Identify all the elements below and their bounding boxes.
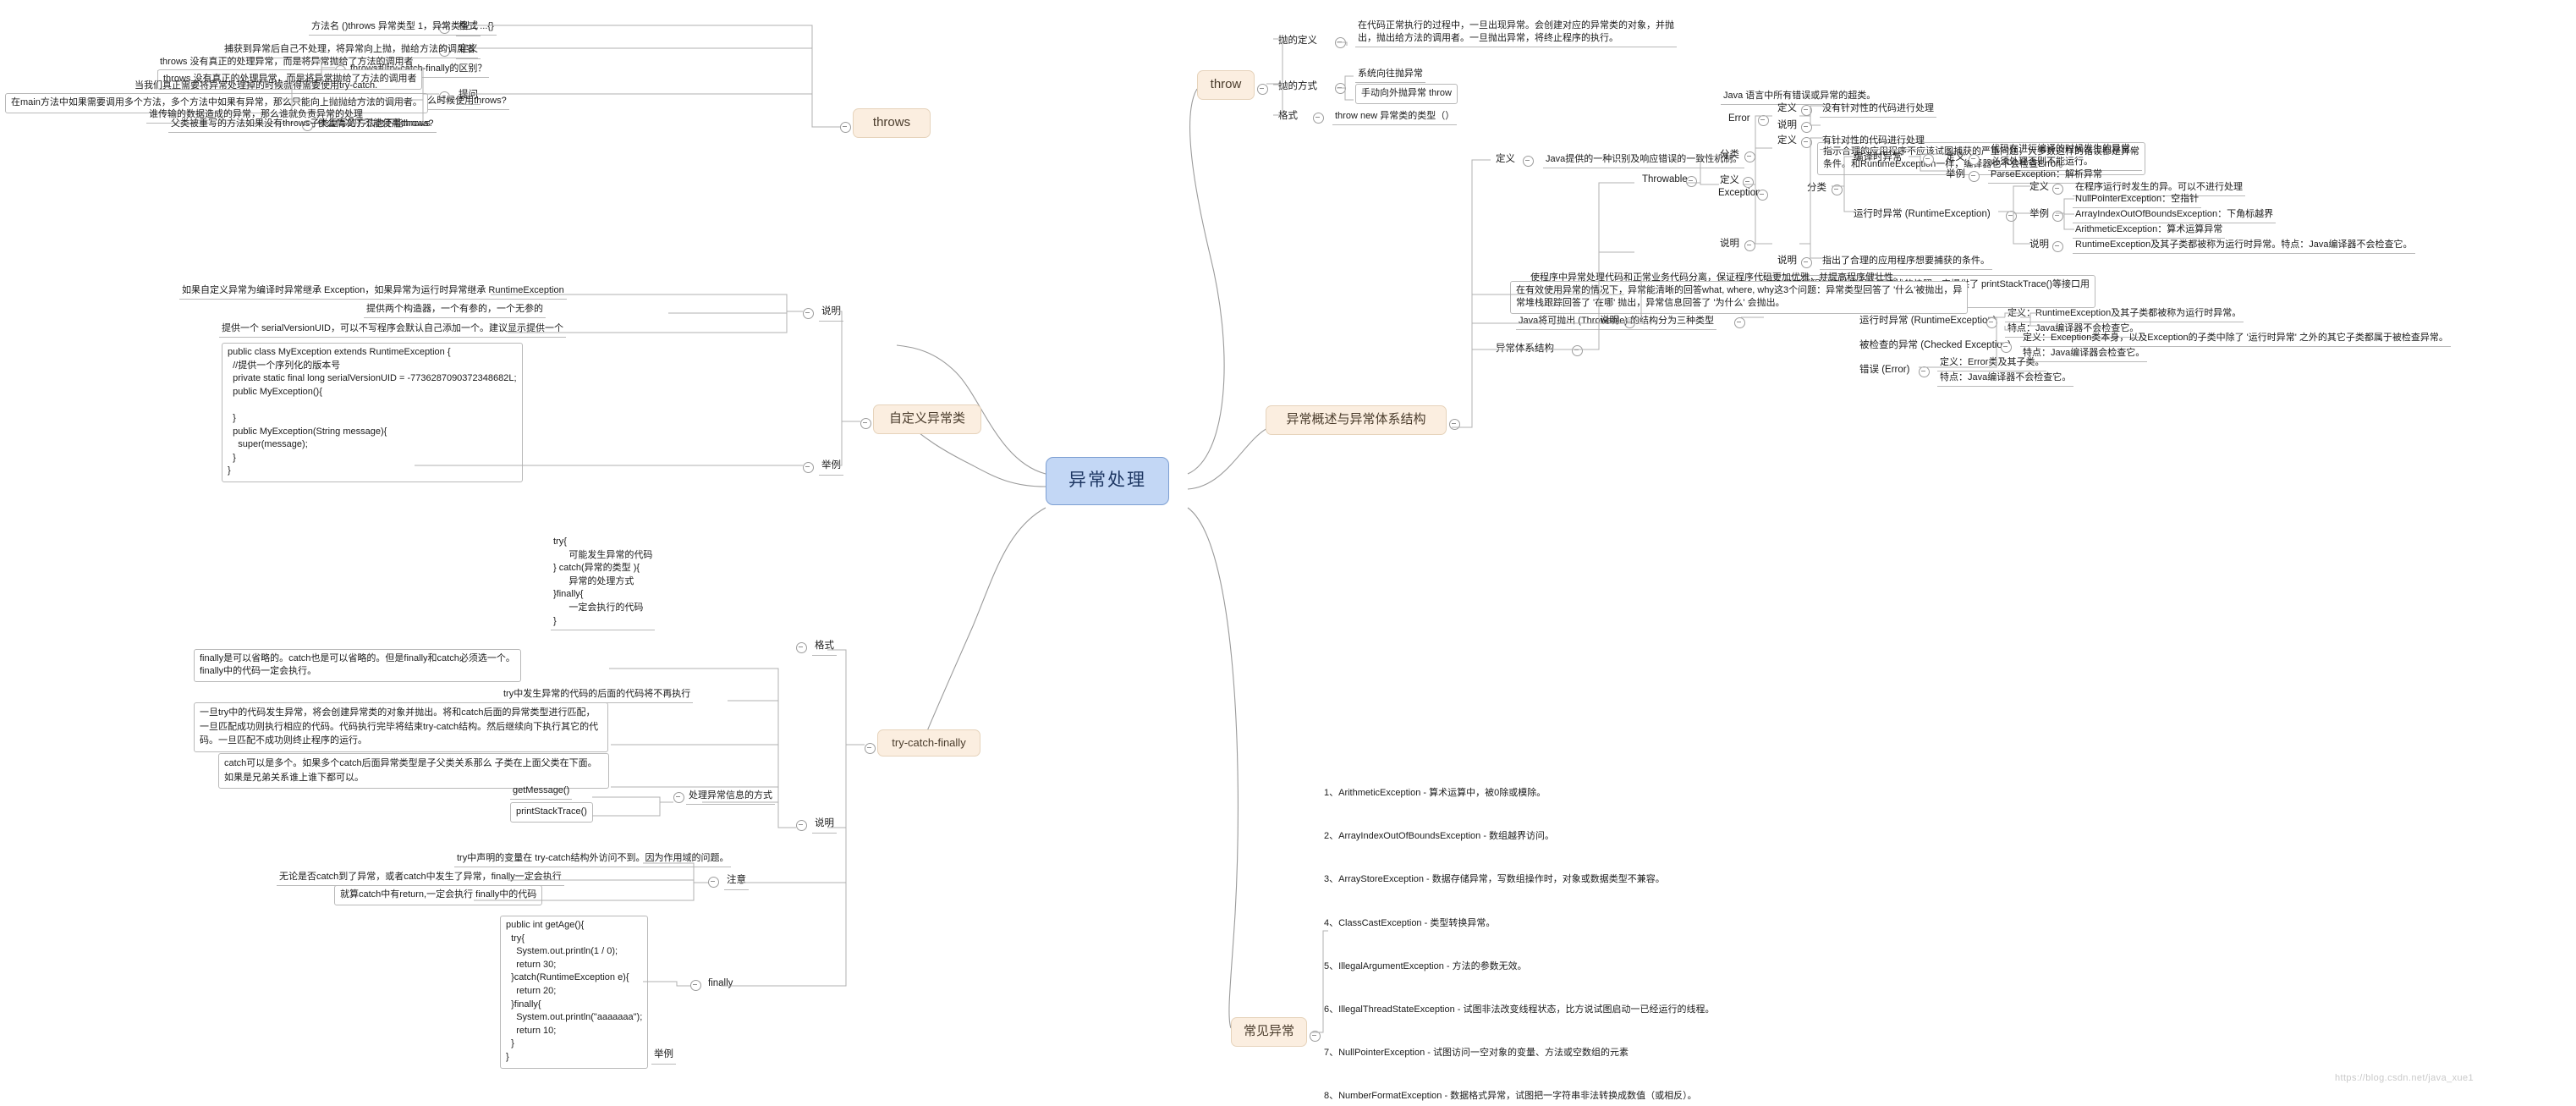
common-exception-item: 2、ArrayIndexOutOfBoundsException - 数组越界访… <box>1324 831 1555 842</box>
common-exception-item: 7、NullPointerException - 试图访问一空对象的变量、方法或… <box>1324 1047 1629 1058</box>
common-exception-item: 3、ArrayStoreException - 数据存储异常，写数组操作时，对象… <box>1324 874 1665 885</box>
common-exception-item: 1、ArithmeticException - 算术运算中，被0除或模除。 <box>1324 788 1546 799</box>
watermark: https://blog.csdn.net/java_xue1 <box>2335 1073 2474 1083</box>
common-exception-item: 6、IllegalThreadStateException - 试图非法改变线程… <box>1324 1004 1715 1015</box>
root-node[interactable]: 异常处理 <box>1046 457 1169 505</box>
branch-overview[interactable]: 异常概述与异常体系结构 <box>1266 405 1447 435</box>
common-exceptions-list: 1、ArithmeticException - 算术运算中，被0除或模除。 2、… <box>1324 757 1911 1106</box>
common-wires <box>1311 930 1328 1033</box>
common-exception-item: 4、ClassCastException - 类型转换异常。 <box>1324 917 1496 928</box>
branch-common-exceptions[interactable]: 常见异常 <box>1231 1017 1307 1047</box>
throws-wires <box>279 25 840 128</box>
tcf-wires <box>474 649 865 987</box>
branch-throw[interactable]: throw <box>1197 70 1255 100</box>
overview-wires <box>1452 105 2074 428</box>
common-exception-item: 5、IllegalArgumentException - 方法的参数无效。 <box>1324 960 1527 971</box>
mindmap-canvas: 异常处理 throws 格式 方法名 ()throws 异常类型 1，异常类型 … <box>0 0 2576 1106</box>
common-exception-item: 8、NumberFormatException - 数据格式异常，试图把一字符串… <box>1324 1091 1697 1102</box>
custom-wires <box>415 294 860 466</box>
